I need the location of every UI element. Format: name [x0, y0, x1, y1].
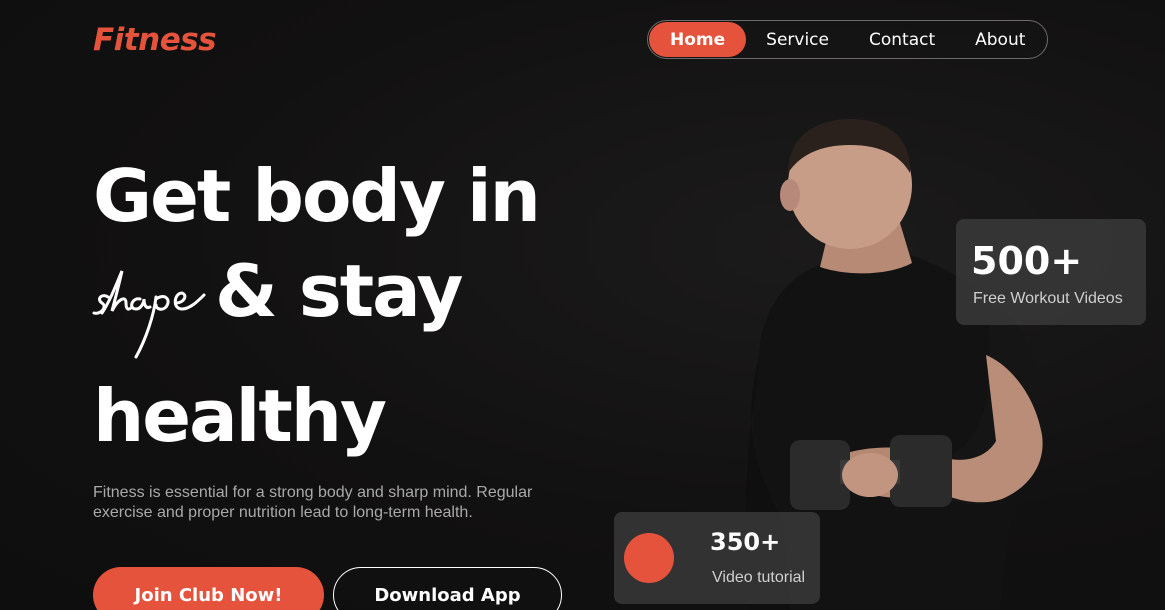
- hero-headline-line3: healthy: [93, 374, 387, 458]
- hero-headline-line1: Get body in: [93, 154, 541, 238]
- nav-item-home[interactable]: Home: [649, 22, 747, 57]
- brand-logo[interactable]: Fitness: [93, 22, 217, 58]
- stat-tutorials-value: 350+: [710, 528, 781, 556]
- main-nav: Home Service Contact About: [647, 20, 1048, 59]
- hero-headline-line2: & stay: [215, 249, 463, 333]
- join-club-button[interactable]: Join Club Now!: [93, 567, 324, 610]
- stat-tutorials-label: Video tutorial: [712, 569, 806, 586]
- hero-description: Fitness is essential for a strong body a…: [93, 484, 533, 521]
- nav-item-service[interactable]: Service: [766, 22, 829, 57]
- stat-workouts-value: 500+: [971, 239, 1083, 283]
- stat-card-tutorials: 350+ Video tutorial: [614, 512, 820, 604]
- nav-item-contact[interactable]: Contact: [869, 22, 935, 57]
- download-app-button[interactable]: Download App: [333, 567, 562, 610]
- play-dot-icon[interactable]: [624, 533, 674, 583]
- stat-card-workouts: 500+ Free Workout Videos: [956, 219, 1146, 325]
- stat-workouts-label: Free Workout Videos: [973, 290, 1123, 307]
- hero-script-word-shape: shape: [92, 270, 206, 359]
- nav-item-about[interactable]: About: [975, 22, 1025, 57]
